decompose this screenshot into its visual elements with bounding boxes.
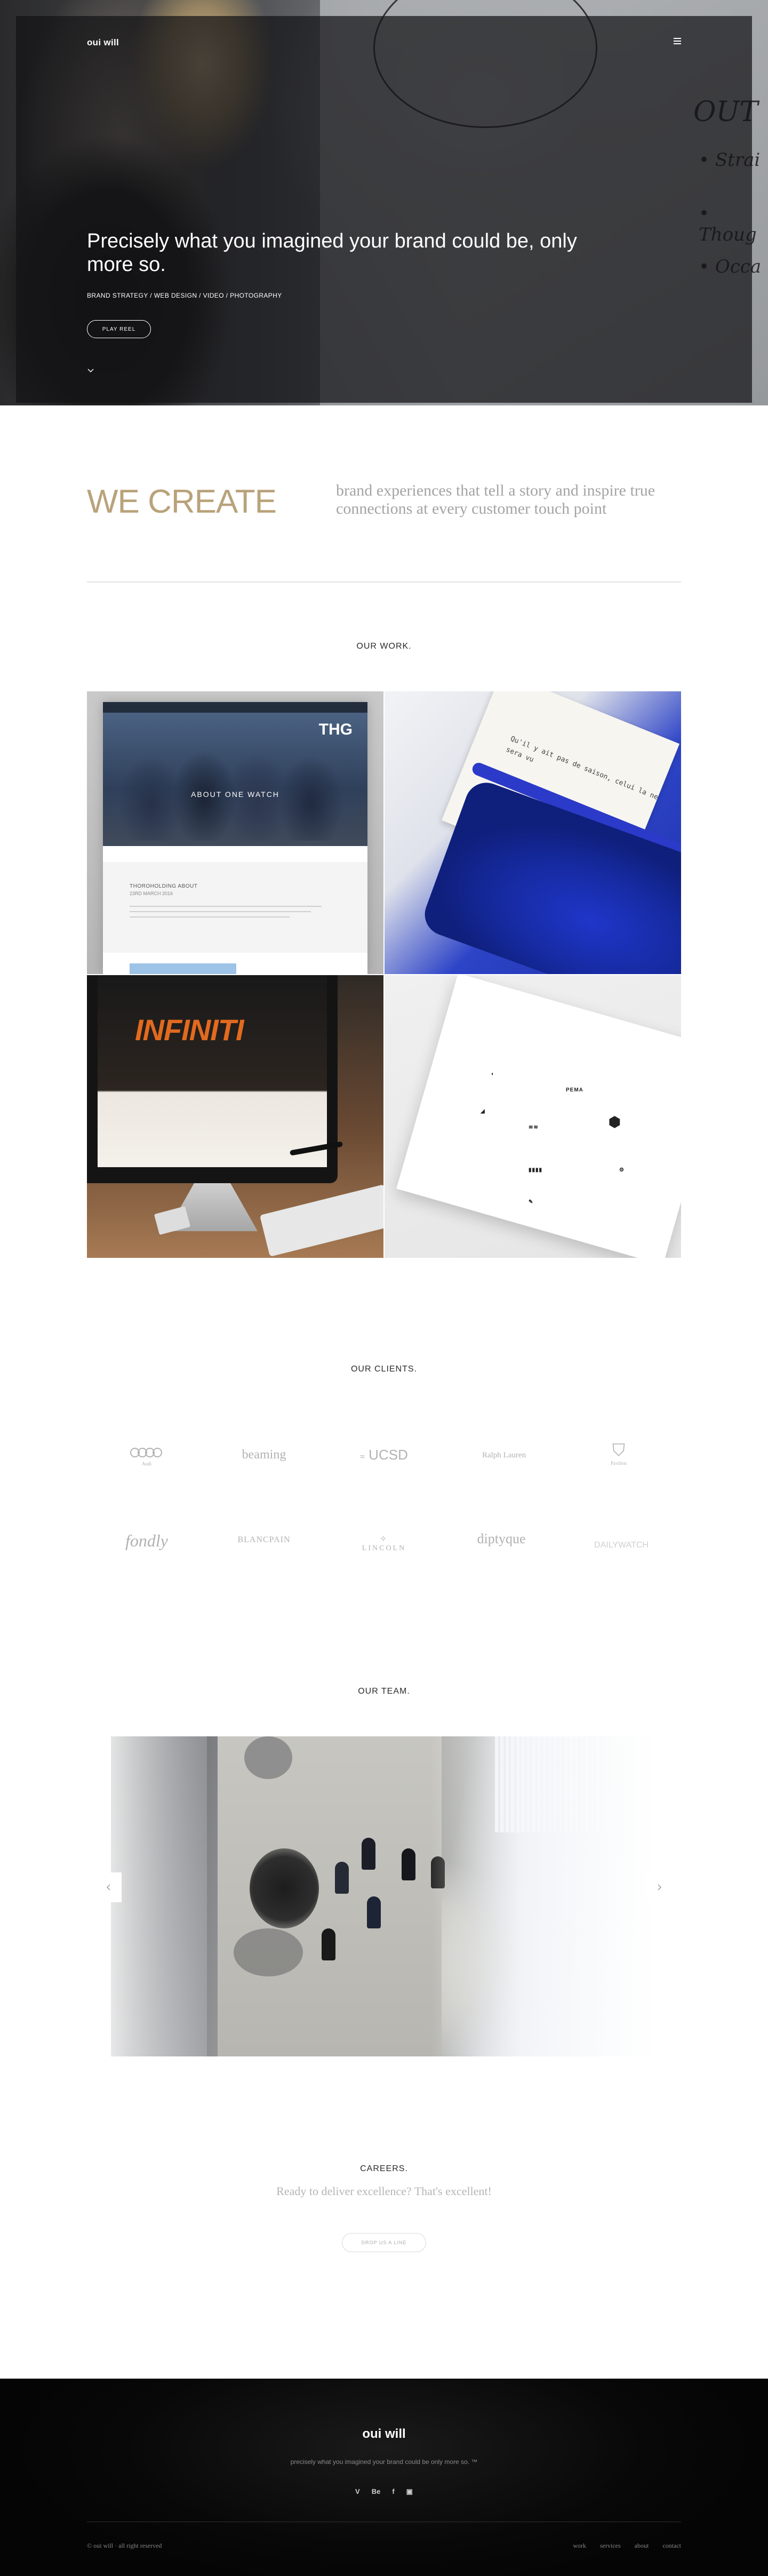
logo-mark: PEMA xyxy=(566,1087,583,1093)
chevron-down-icon[interactable] xyxy=(87,367,94,374)
client-logo-fondly: fondly xyxy=(125,1531,168,1550)
brand-logo[interactable]: oui will xyxy=(87,37,119,48)
vimeo-icon[interactable]: V xyxy=(355,2487,360,2496)
drop-us-a-line-button[interactable]: DROP US A LINE xyxy=(342,2233,426,2252)
section-divider xyxy=(87,581,681,583)
mockup-card xyxy=(103,862,367,953)
logo-mark: ◐ xyxy=(491,1071,495,1077)
footer-tagline: precisely what you imagined your brand c… xyxy=(290,2458,478,2466)
footer-nav: work services about contact xyxy=(573,2542,681,2550)
mockup-card-date: 23RD MARCH 2016 xyxy=(130,891,173,896)
mockup-image-strip xyxy=(130,963,236,974)
footer-link-work[interactable]: work xyxy=(573,2542,586,2550)
lincoln-star-icon: ✧ xyxy=(379,1535,389,1544)
behance-icon[interactable]: Be xyxy=(372,2487,381,2496)
client-logo-ralph-lauren: Ralph Lauren xyxy=(482,1451,526,1460)
team-photo: THG ABOUT ONE WATCH xyxy=(103,702,367,846)
text-line xyxy=(130,911,311,912)
person xyxy=(335,1862,349,1894)
hero-subtitle: BRAND STRATEGY / WEB DESIGN / VIDEO / PH… xyxy=(87,292,282,299)
person xyxy=(322,1928,335,1960)
play-reel-button[interactable]: PLAY REEL xyxy=(87,320,151,338)
footer-copyright: © oui will · all right reserved xyxy=(87,2542,162,2549)
client-logo-dailywatch: DAILYWATCH xyxy=(594,1541,649,1550)
glass-reflection xyxy=(431,1736,657,2056)
facebook-icon[interactable]: f xyxy=(392,2487,394,2496)
monitor-screen xyxy=(98,975,327,1167)
logo-mark: ⬢ xyxy=(609,1114,621,1130)
hero-overlay xyxy=(16,16,752,403)
infiniti-logo: INFINITI xyxy=(135,1013,244,1047)
work-tile-thg[interactable]: THG ABOUT ONE WATCH THOROHOLDING ABOUT 2… xyxy=(87,691,383,974)
client-logo-lincoln: ✧ LINCOLN xyxy=(349,1534,419,1553)
footer-link-contact[interactable]: contact xyxy=(662,2542,681,2550)
work-tile-infiniti[interactable]: INFINITI xyxy=(87,975,383,1258)
person xyxy=(362,1838,375,1870)
slider-prev-button[interactable] xyxy=(96,1872,122,1902)
footer-brand[interactable]: oui will xyxy=(0,2427,768,2442)
glass-reflection xyxy=(111,1736,207,2056)
client-logo-blancpain: BLANCPAIN xyxy=(237,1535,291,1544)
planter xyxy=(244,1736,292,1779)
website-mockup: THG ABOUT ONE WATCH THOROHOLDING ABOUT 2… xyxy=(103,702,367,974)
client-logo-beaming: beaming xyxy=(242,1448,286,1462)
work-tile-logos[interactable]: ◐ PEMA ⬢ ◢ ≋≋ ▮▮▮▮ ⚙ ✎ xyxy=(385,975,681,1258)
text-line xyxy=(130,916,290,918)
intro-heading: WE CREATE xyxy=(87,483,277,520)
logo-mark: ◢ xyxy=(481,1108,485,1114)
thg-banner: THG xyxy=(318,721,353,738)
footer-link-about[interactable]: about xyxy=(635,2542,649,2550)
work-tile-typewriter[interactable]: Qu'il y ait pas de saison, celui la ne s… xyxy=(385,691,681,974)
logo-mark: ≋≋ xyxy=(529,1124,539,1130)
person xyxy=(367,1896,381,1928)
ucsd-wing-icon: ≈ xyxy=(360,1453,365,1462)
team-section-title: OUR TEAM. xyxy=(358,1687,410,1696)
logo-sheet xyxy=(396,975,681,1258)
careers-text: Ready to deliver excellence? That's exce… xyxy=(276,2184,492,2198)
mockup-caption: ABOUT ONE WATCH xyxy=(191,790,279,799)
slider-next-button[interactable] xyxy=(646,1872,672,1902)
work-section-title: OUR WORK. xyxy=(356,642,412,651)
team-photo xyxy=(111,1736,657,2056)
instagram-icon[interactable]: ▣ xyxy=(406,2487,413,2496)
client-logo-audi: Audi xyxy=(112,1447,181,1466)
person xyxy=(402,1848,415,1880)
chevron-left-icon xyxy=(106,1884,110,1891)
intro-text: brand experiences that tell a story and … xyxy=(336,482,655,517)
clients-section-title: OUR CLIENTS. xyxy=(350,1365,417,1374)
footer-link-services[interactable]: services xyxy=(600,2542,621,2550)
planter-shadow xyxy=(234,1928,303,1976)
mockup-card-heading: THOROHOLDING ABOUT xyxy=(130,883,198,889)
mockup-nav xyxy=(103,702,367,713)
logo-mark: ▮▮▮▮ xyxy=(529,1167,543,1173)
client-logo-ucsd: ≈ UCSD xyxy=(360,1447,408,1463)
careers-section-title: CAREERS. xyxy=(360,2164,408,2173)
client-logo-pavilion: ⛉ Pavilion xyxy=(584,1440,653,1466)
chevron-right-icon xyxy=(658,1884,662,1891)
keyboard xyxy=(259,1184,383,1257)
client-logo-diptyque: diptyque xyxy=(477,1531,526,1546)
social-links: V Be f ▣ xyxy=(347,2487,421,2496)
text-line xyxy=(130,906,322,907)
hero-title: Precisely what you imagined your brand c… xyxy=(87,230,577,276)
hero-section: OUT • Strai • Thoug • Occa oui will Prec… xyxy=(0,0,768,405)
hamburger-icon[interactable] xyxy=(674,38,681,44)
shield-icon: ⛉ xyxy=(612,1440,625,1460)
logo-mark: ⚙ xyxy=(619,1167,625,1173)
audi-rings-icon xyxy=(130,1448,162,1457)
plant xyxy=(250,1848,319,1928)
logo-mark: ✎ xyxy=(529,1199,534,1205)
